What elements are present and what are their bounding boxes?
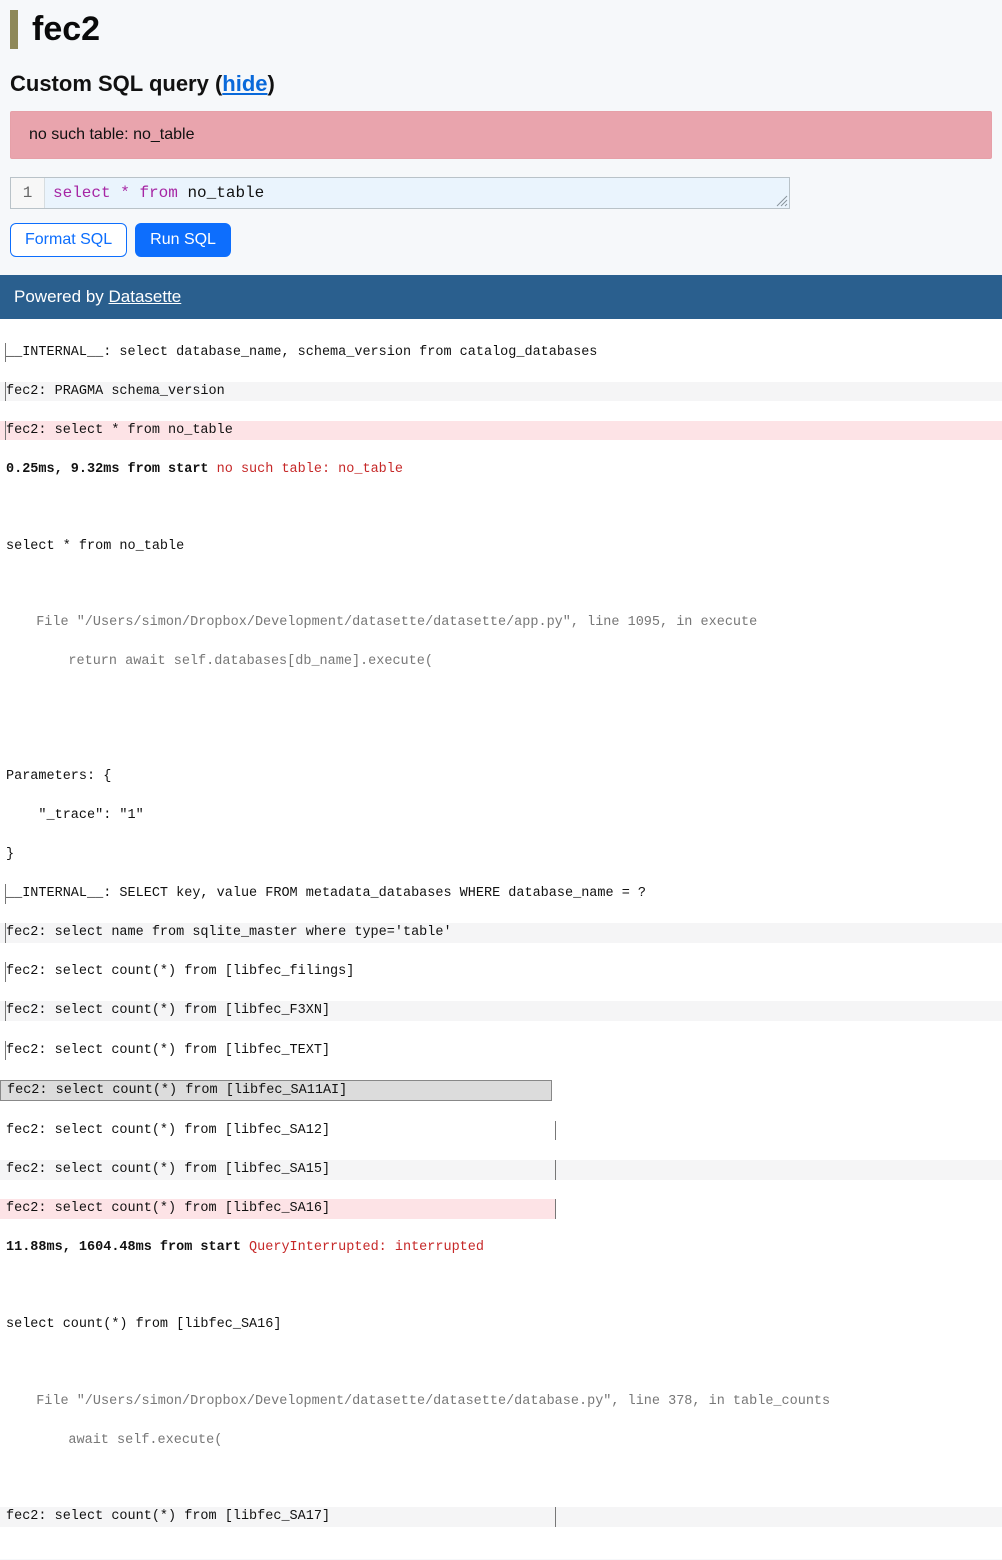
- line-gutter: 1: [11, 178, 45, 208]
- datasette-link[interactable]: Datasette: [109, 287, 182, 306]
- sql-editor[interactable]: 1 select * from no_table: [10, 177, 790, 209]
- trace-line: fec2: select count(*) from [libfec_TEXT]: [6, 1043, 330, 1058]
- trace-line: return await self.databases[db_name].exe…: [0, 652, 1002, 672]
- trace-line: File "/Users/simon/Dropbox/Development/d…: [0, 1392, 1002, 1412]
- trace-line: fec2: select count(*) from [libfec_SA15]: [6, 1162, 330, 1177]
- sql-input[interactable]: select * from no_table: [45, 178, 789, 208]
- trace-line: Parameters: {: [0, 767, 1002, 787]
- trace-line: fec2: select count(*) from [libfec_F3XN]: [6, 1003, 330, 1018]
- trace-line: }: [0, 845, 1002, 865]
- trace-output: __INTERNAL__: select database_name, sche…: [0, 319, 1002, 1559]
- trace-line: fec2: select * from no_table: [6, 423, 233, 438]
- trace-line: fec2: select count(*) from [libfec_filin…: [6, 964, 354, 979]
- trace-timing: 11.88ms, 1604.48ms from start: [6, 1240, 249, 1255]
- run-sql-button[interactable]: Run SQL: [135, 223, 231, 257]
- trace-line: fec2: select count(*) from [libfec_SA12]: [6, 1123, 330, 1138]
- trace-line: __INTERNAL__: SELECT key, value FROM met…: [6, 886, 646, 901]
- trace-line: fec2: select count(*) from [libfec_SA17]: [6, 1509, 330, 1524]
- page-title: fec2: [10, 10, 992, 49]
- hide-link[interactable]: hide: [222, 71, 267, 96]
- trace-error: QueryInterrupted: interrupted: [249, 1240, 484, 1255]
- trace-line: "_trace": "1": [0, 806, 1002, 826]
- trace-line: fec2: select count(*) from [libfec_SA11A…: [7, 1083, 347, 1098]
- trace-line: select count(*) from [libfec_SA16]: [0, 1315, 1002, 1335]
- trace-line: File "/Users/simon/Dropbox/Development/d…: [0, 613, 1002, 633]
- trace-line: select * from no_table: [0, 537, 1002, 557]
- query-heading: Custom SQL query (hide): [10, 71, 992, 97]
- resize-handle-icon[interactable]: [775, 194, 789, 208]
- trace-line: __INTERNAL__: select database_name, sche…: [6, 345, 597, 360]
- trace-timing: 0.25ms, 9.32ms from start: [6, 462, 217, 477]
- trace-line: fec2: select name from sqlite_master whe…: [6, 925, 452, 940]
- error-banner: no such table: no_table: [10, 111, 992, 159]
- trace-line: fec2: select count(*) from [libfec_SA16]: [6, 1201, 330, 1216]
- format-sql-button[interactable]: Format SQL: [10, 223, 127, 257]
- trace-line: await self.execute(: [0, 1431, 1002, 1451]
- trace-line: fec2: PRAGMA schema_version: [6, 384, 225, 399]
- trace-error: no such table: no_table: [217, 462, 403, 477]
- footer: Powered by Datasette: [0, 275, 1002, 319]
